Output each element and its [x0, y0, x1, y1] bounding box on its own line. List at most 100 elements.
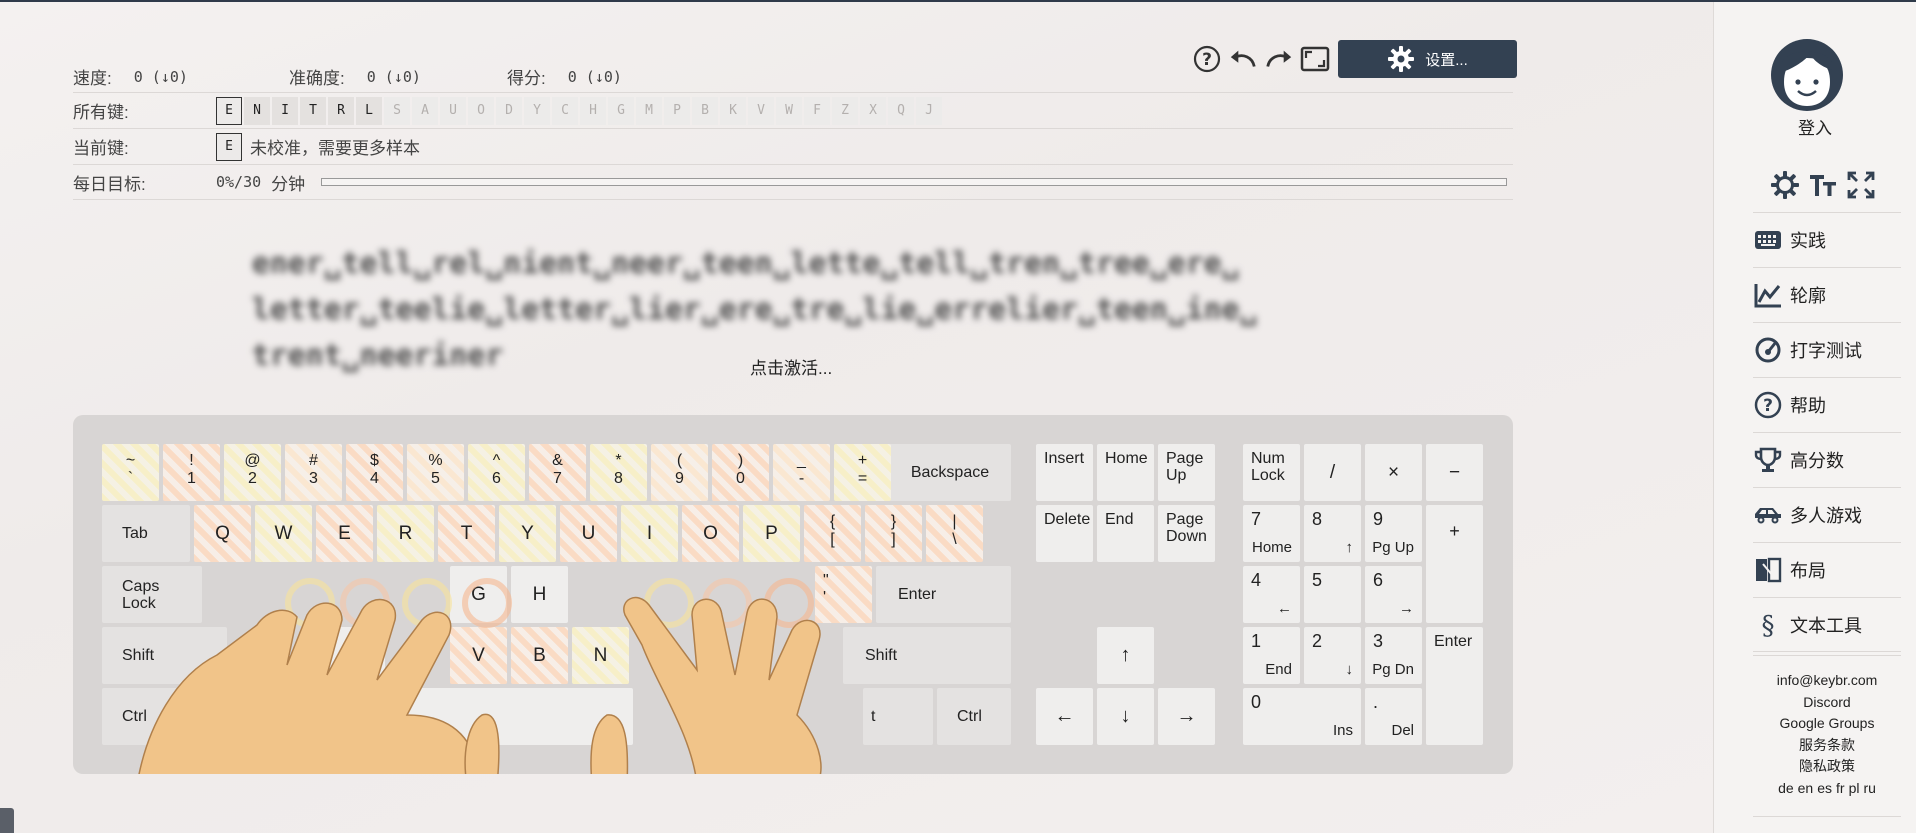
lesson-line: ener␣tell␣rel␣nient␣neer␣teen␣lette␣tell… — [252, 246, 1240, 280]
sidebar-item-chart[interactable]: 轮廓 — [1753, 267, 1901, 322]
email-link[interactable]: info@keybr.com — [1753, 670, 1901, 692]
key-chip-inactive[interactable]: C — [552, 96, 578, 125]
key-bracket: {[ — [804, 505, 861, 562]
key-lower: 8 — [614, 470, 623, 487]
key-chip-inactive[interactable]: Y — [524, 96, 550, 125]
key-row1: ^ 6 — [468, 444, 525, 501]
key-lower: = — [857, 470, 868, 487]
key-w: W — [255, 505, 312, 562]
key-row1: ! 1 — [163, 444, 220, 501]
avatar[interactable] — [1770, 38, 1844, 112]
svg-text:?: ? — [1763, 396, 1773, 416]
help-icon[interactable]: ? — [1192, 44, 1222, 74]
settings-button[interactable]: 设置... — [1338, 40, 1517, 78]
key-chip-inactive[interactable]: Z — [832, 96, 858, 125]
key-arrow-right: → — [1158, 688, 1215, 745]
key-chip-inactive[interactable]: W — [776, 96, 802, 125]
key-chip-active[interactable]: N — [244, 96, 270, 125]
key-chip-inactive[interactable]: V — [748, 96, 774, 125]
sidebar-item-car[interactable]: 多人游戏 — [1753, 487, 1901, 542]
language-link[interactable]: es — [1817, 780, 1832, 796]
font-size-icon[interactable] — [1808, 170, 1838, 200]
daily-goal-unit: 分钟 — [271, 174, 306, 194]
daily-goal-progress — [321, 178, 1508, 186]
key-upper: * — [615, 452, 622, 469]
key-chip-inactive[interactable]: B — [692, 96, 718, 125]
key-chip-active[interactable]: T — [300, 96, 326, 125]
key-chip-inactive[interactable]: P — [664, 96, 690, 125]
key-sub-label: Home — [1251, 539, 1292, 556]
discord-link[interactable]: Discord — [1753, 692, 1901, 714]
key-chip-inactive[interactable]: G — [608, 96, 634, 125]
key-num-enter: Enter — [1426, 627, 1483, 745]
divider — [1753, 655, 1901, 656]
login-link[interactable]: 登入 — [1714, 114, 1916, 139]
sidebar-item-help[interactable]: ? 帮助 — [1753, 377, 1901, 432]
key-sub-label: Del — [1391, 722, 1414, 739]
sidebar-item-label: 打字测试 — [1790, 341, 1862, 361]
key-numpad-n1: 1 End — [1243, 627, 1300, 684]
key-chip-inactive[interactable]: H — [580, 96, 606, 125]
key-lower: ` — [127, 470, 134, 487]
key-chip-inactive[interactable]: S — [384, 96, 410, 125]
redo-icon[interactable] — [1264, 44, 1294, 74]
key-chip-inactive[interactable]: A — [412, 96, 438, 125]
key-numpad-n7: 7 Home — [1243, 505, 1300, 562]
language-link[interactable]: en — [1798, 780, 1814, 796]
google-groups-link[interactable]: Google Groups — [1753, 713, 1901, 735]
key-chip-inactive[interactable]: O — [468, 96, 494, 125]
privacy-link[interactable]: 隐私政策 — [1753, 756, 1901, 778]
key-upper: & — [552, 452, 563, 469]
key-numpad-n2: 2 ↓ — [1304, 627, 1361, 684]
key-chip-active[interactable]: E — [216, 96, 242, 125]
key-chip-inactive[interactable]: M — [636, 96, 662, 125]
language-link[interactable]: de — [1778, 780, 1794, 796]
sidebar-item-trophy[interactable]: 高分数 — [1753, 432, 1901, 487]
sidebar-item-section[interactable]: § 文本工具 — [1753, 597, 1901, 652]
fullscreen-icon[interactable] — [1300, 44, 1330, 74]
daily-goal-row: 每日目标: 0%/30 分钟 — [73, 164, 1513, 200]
key-chip-inactive[interactable]: U — [440, 96, 466, 125]
undo-icon[interactable] — [1228, 44, 1258, 74]
key-end: End — [1097, 505, 1154, 562]
key-ctrl-right: Ctrl — [937, 688, 1011, 745]
virtual-keyboard: Backspace Tab Caps Lock G H " ' Enter Sh… — [73, 415, 1513, 774]
key-upper: ^ — [492, 452, 501, 469]
key-numpad-n6: 6 → — [1365, 566, 1422, 623]
key-chip-active[interactable]: L — [356, 96, 382, 125]
language-link[interactable]: pl — [1849, 780, 1860, 796]
car-icon — [1749, 504, 1787, 526]
expand-icon[interactable] — [1846, 170, 1876, 200]
sidebar-item-layout[interactable]: 布局 — [1753, 542, 1901, 597]
key-chip-inactive[interactable]: D — [496, 96, 522, 125]
key-chip-inactive[interactable]: F — [804, 96, 830, 125]
key-chip-inactive[interactable]: K — [720, 96, 746, 125]
key-chip-inactive[interactable]: Q — [888, 96, 914, 125]
key-lower: 9 — [675, 470, 684, 487]
key-u: U — [560, 505, 617, 562]
key-insert: Insert — [1036, 444, 1093, 501]
language-link[interactable]: fr — [1836, 780, 1845, 796]
key-bracket: | \ — [926, 505, 983, 562]
key-main-label: 0 — [1251, 692, 1262, 712]
activate-hint[interactable]: 点击激活... — [750, 354, 832, 379]
key-main-label: 5 — [1312, 570, 1323, 590]
sidebar-item-gauge[interactable]: 打字测试 — [1753, 322, 1901, 377]
accuracy-label: 准确度: — [289, 69, 345, 88]
key-chip-inactive[interactable]: J — [916, 96, 942, 125]
layout-icon — [1749, 556, 1787, 584]
key-sub-label: ↑ — [1345, 539, 1354, 556]
terms-link[interactable]: 服务条款 — [1753, 735, 1901, 757]
key-main-label: 8 — [1312, 509, 1323, 529]
daily-goal-value: 0%/30 — [216, 173, 262, 191]
speed-stat: 速度: 0 (↓0) — [73, 64, 289, 89]
key-chip-inactive[interactable]: X — [860, 96, 886, 125]
sidebar-item-keyboard[interactable]: 实践 — [1753, 212, 1901, 267]
language-link[interactable]: ru — [1863, 780, 1875, 796]
key-chip-active[interactable]: I — [272, 96, 298, 125]
key-chip-active[interactable]: R — [328, 96, 354, 125]
settings-label: 设置... — [1425, 51, 1468, 69]
all-keys-list: ENITRLSAUODYCHGMPBKVWFZXQJ — [216, 96, 944, 125]
current-key-row: 当前键: E 未校准，需要更多样本 — [73, 128, 1513, 164]
theme-icon[interactable] — [1770, 170, 1800, 200]
